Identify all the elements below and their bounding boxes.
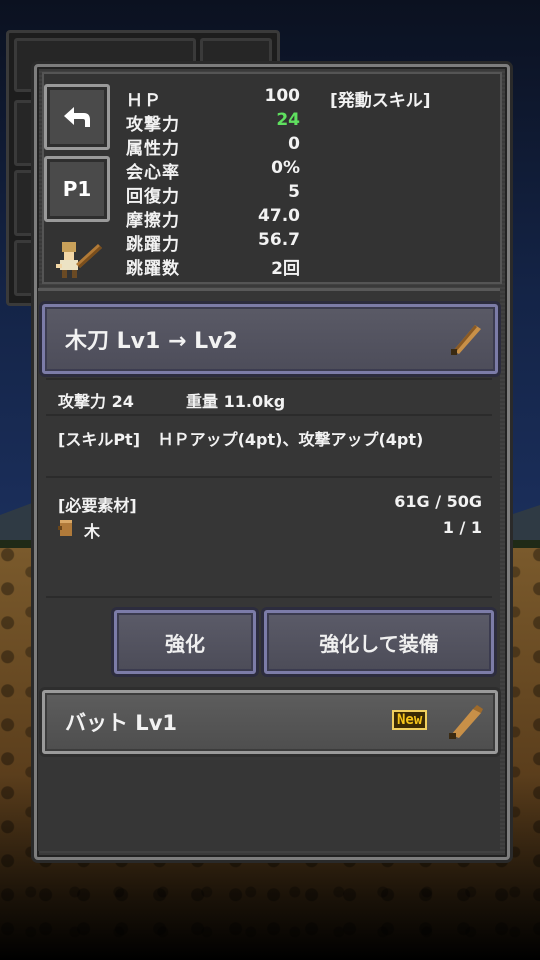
stat-label-jump-count: 跳躍数 <box>126 259 180 279</box>
material-count: 1 / 1 <box>442 518 482 537</box>
item-name: 木刀 Lv1 → Lv2 <box>65 329 238 354</box>
stat-label-friction: 摩擦力 <box>126 211 180 231</box>
row-divider <box>46 476 492 478</box>
material-name: 木 <box>84 522 101 541</box>
attack-value: 24 <box>111 392 134 411</box>
weight-label: 重量 <box>186 392 219 411</box>
wood-material-icon <box>58 520 72 536</box>
stat-value-attack: 24 <box>276 110 300 130</box>
bat-icon <box>449 705 483 739</box>
back-arrow-icon <box>64 107 90 127</box>
stat-label-attack: 攻撃力 <box>126 115 180 135</box>
hero-character-icon <box>56 242 102 278</box>
back-button[interactable] <box>44 84 110 150</box>
stat-value-element: 0 <box>288 134 300 154</box>
upgrade-label: 強化 <box>165 631 205 656</box>
skillpt-info: [スキルPt] ＨＰアップ(4pt)、攻撃アップ(4pt) <box>58 426 423 450</box>
next-item-entry[interactable]: バット Lv1 <box>42 690 498 754</box>
attack-label: 攻撃力 <box>58 392 107 411</box>
upgrade-button[interactable]: 強化 <box>114 610 256 674</box>
page-button[interactable]: P1 <box>44 156 110 222</box>
row-divider <box>46 414 492 416</box>
stat-value-jump-power: 56.7 <box>258 230 300 250</box>
row-divider <box>46 596 492 598</box>
row-divider <box>46 378 492 380</box>
new-badge: New <box>392 710 428 730</box>
gold-cost: 61G / 50G <box>394 492 482 511</box>
stat-value-friction: 47.0 <box>258 206 300 226</box>
skillpt-label: [スキルPt] <box>58 430 141 449</box>
next-item-name: バット Lv1 <box>65 711 177 735</box>
stat-value-critical: 0% <box>271 158 300 178</box>
active-skill-title: [発動スキル] <box>330 91 431 111</box>
materials-label: [必要素材] <box>58 496 137 515</box>
wooden-sword-icon <box>451 325 481 355</box>
weight-info: 重量 11.0kg <box>186 388 285 412</box>
weight-value: 11.0kg <box>223 392 286 411</box>
stat-value-recovery: 5 <box>288 182 300 202</box>
attack-info: 攻撃力 24 <box>58 388 134 412</box>
page-label: P1 <box>62 177 92 201</box>
selected-item-header[interactable]: 木刀 Lv1 → Lv2 <box>42 304 498 374</box>
stat-label-jump-power: 跳躍力 <box>126 235 180 255</box>
stat-label-recovery: 回復力 <box>126 187 180 207</box>
stat-label-hp: ＨＰ <box>126 91 162 111</box>
upgrade-equip-label: 強化して装備 <box>319 631 439 656</box>
stat-label-element: 属性力 <box>126 139 180 159</box>
stat-value-hp: 100 <box>264 86 301 106</box>
skillpt-value: ＨＰアップ(4pt)、攻撃アップ(4pt) <box>157 430 424 449</box>
stat-label-critical: 会心率 <box>126 163 180 183</box>
stat-value-jump-count: 2回 <box>271 259 300 279</box>
upgrade-and-equip-button[interactable]: 強化して装備 <box>264 610 494 674</box>
